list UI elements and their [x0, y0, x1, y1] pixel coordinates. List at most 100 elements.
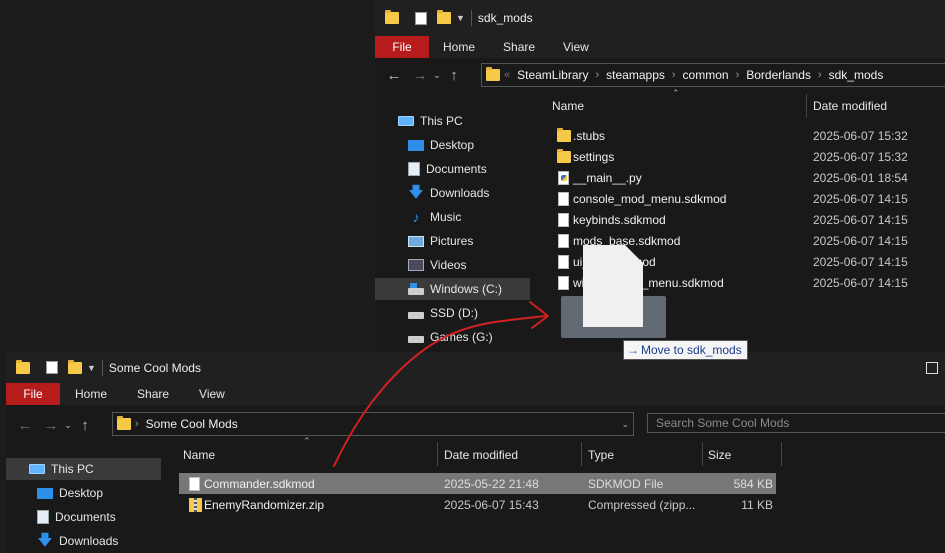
- nav-item-downloads[interactable]: 🡇 Downloads: [408, 182, 489, 204]
- nav-item-desktop[interactable]: Desktop: [37, 482, 103, 504]
- chevron-right-icon[interactable]: ›: [732, 69, 744, 81]
- list-item[interactable]: .stubs 2025-06-07 15:32: [545, 125, 945, 146]
- properties-icon[interactable]: [46, 361, 58, 374]
- nav-item-documents[interactable]: Documents: [37, 506, 116, 528]
- nav-item-documents[interactable]: Documents: [408, 158, 487, 180]
- file-date: 2025-06-07 14:15: [813, 212, 908, 227]
- nav-item-pictures[interactable]: Pictures: [408, 230, 473, 252]
- drive-icon: [408, 335, 424, 343]
- videos-icon: [408, 259, 424, 271]
- recent-locations-chevron-icon[interactable]: ⌄: [431, 64, 443, 86]
- desktop-icon: [408, 139, 424, 151]
- breadcrumb-item[interactable]: common: [680, 68, 732, 82]
- tab-home[interactable]: Home: [60, 387, 122, 401]
- list-item[interactable]: keybinds.sdkmod 2025-06-07 14:15: [545, 209, 945, 230]
- nav-item-videos[interactable]: Videos: [408, 254, 466, 276]
- back-arrow-icon[interactable]: ←: [14, 414, 36, 436]
- column-divider[interactable]: [702, 442, 703, 466]
- file-name: __main__.py: [573, 170, 642, 185]
- folder-icon: [557, 128, 571, 142]
- tab-home[interactable]: Home: [429, 40, 489, 54]
- up-arrow-icon[interactable]: ↑: [443, 64, 465, 86]
- properties-icon[interactable]: [415, 11, 427, 25]
- move-arrow-icon: →: [627, 343, 639, 357]
- nav-item-this-pc[interactable]: This PC: [6, 458, 161, 480]
- documents-icon: [408, 162, 420, 176]
- up-arrow-icon[interactable]: ↑: [74, 414, 96, 436]
- new-folder-icon[interactable]: [437, 10, 451, 24]
- nav-item-desktop[interactable]: Desktop: [408, 134, 474, 156]
- file-icon: [558, 234, 569, 248]
- drag-tooltip-label: Move to sdk_mods: [641, 343, 742, 357]
- ribbon-tabs: File Home Share View: [6, 383, 945, 405]
- chevron-right-icon[interactable]: ›: [592, 69, 604, 81]
- file-icon: [558, 192, 569, 206]
- list-item[interactable]: settings 2025-06-07 15:32: [545, 146, 945, 167]
- file-icon: [558, 276, 569, 290]
- back-arrow-icon[interactable]: ←: [383, 64, 405, 86]
- address-dropdown-icon[interactable]: ⌄: [621, 419, 629, 430]
- file-type: Compressed (zipp...: [588, 497, 696, 512]
- nav-item-music[interactable]: ♪ Music: [408, 206, 462, 228]
- chevron-right-icon[interactable]: ›: [131, 418, 143, 430]
- nav-item-this-pc[interactable]: This PC: [398, 110, 463, 132]
- column-divider[interactable]: [581, 442, 582, 466]
- python-file-icon: [558, 171, 569, 185]
- nav-item-games-g[interactable]: Games (G:): [408, 326, 493, 348]
- column-header-name[interactable]: Name: [183, 443, 215, 467]
- nav-item-ssd-d[interactable]: SSD (D:): [408, 302, 478, 324]
- recent-locations-chevron-icon[interactable]: ⌄: [62, 414, 74, 436]
- nav-label: Documents: [55, 510, 116, 524]
- title-bar: ▼ Some Cool Mods: [6, 352, 945, 383]
- nav-label: Desktop: [430, 138, 475, 152]
- breadcrumb-item[interactable]: sdk_mods: [826, 68, 887, 82]
- column-header-date-modified[interactable]: Date modified: [444, 443, 518, 467]
- list-item[interactable]: __main__.py 2025-06-01 18:54: [545, 167, 945, 188]
- nav-item-windows-c[interactable]: Windows (C:): [375, 278, 530, 300]
- tab-view[interactable]: View: [549, 40, 603, 54]
- breadcrumb-item[interactable]: steamapps: [603, 68, 668, 82]
- nav-label: Downloads: [430, 186, 490, 200]
- ribbon-tabs: File Home Share View: [375, 36, 945, 58]
- maximize-icon[interactable]: [926, 362, 938, 374]
- column-header-type[interactable]: Type: [588, 443, 614, 467]
- window-title: Some Cool Mods: [108, 360, 201, 375]
- tab-share[interactable]: Share: [122, 387, 184, 401]
- column-header-size[interactable]: Size: [708, 443, 731, 467]
- file-tab[interactable]: File: [375, 36, 429, 58]
- list-item[interactable]: console_mod_menu.sdkmod 2025-06-07 14:15: [545, 188, 945, 209]
- chevron-right-icon[interactable]: ›: [814, 69, 826, 81]
- breadcrumb-overflow[interactable]: «: [500, 69, 514, 81]
- list-item-selected[interactable]: Commander.sdkmod 2025-05-22 21:48 SDKMOD…: [179, 473, 776, 494]
- address-bar[interactable]: › Some Cool Mods ⌄: [112, 412, 634, 436]
- file-tab[interactable]: File: [6, 383, 60, 405]
- tab-share[interactable]: Share: [489, 40, 549, 54]
- chevron-right-icon[interactable]: ›: [668, 69, 680, 81]
- breadcrumb-item[interactable]: SteamLibrary: [514, 68, 591, 82]
- title-bar: ▼ sdk_mods: [375, 0, 945, 36]
- column-divider[interactable]: [437, 442, 438, 466]
- music-icon: ♪: [412, 209, 420, 225]
- address-bar[interactable]: « SteamLibrary › steamapps › common › Bo…: [481, 63, 945, 87]
- breadcrumb-item[interactable]: Borderlands: [743, 68, 814, 82]
- forward-arrow-icon[interactable]: →: [40, 414, 62, 436]
- window-title: sdk_mods: [477, 11, 533, 25]
- nav-item-downloads[interactable]: 🡇 Downloads: [37, 530, 118, 552]
- column-header-name[interactable]: Name: [552, 94, 584, 118]
- column-header-date-modified[interactable]: Date modified: [813, 94, 887, 118]
- computer-icon: [398, 116, 414, 126]
- new-folder-icon[interactable]: [68, 359, 82, 374]
- forward-arrow-icon[interactable]: →: [409, 64, 431, 86]
- list-item[interactable]: EnemyRandomizer.zip 2025-06-07 15:43 Com…: [179, 494, 776, 515]
- file-date: 2025-06-07 15:43: [444, 497, 539, 512]
- file-icon: [189, 477, 200, 491]
- file-name: EnemyRandomizer.zip: [204, 497, 325, 512]
- quick-access-dropdown-icon[interactable]: ▼: [456, 13, 465, 23]
- tab-view[interactable]: View: [184, 387, 240, 401]
- breadcrumb-item[interactable]: Some Cool Mods: [143, 417, 241, 431]
- file-size: 11 KB: [741, 497, 773, 512]
- search-input[interactable]: Search Some Cool Mods: [647, 413, 945, 433]
- column-divider[interactable]: [806, 94, 807, 118]
- column-divider[interactable]: [781, 442, 782, 466]
- quick-access-dropdown-icon[interactable]: ▼: [87, 363, 96, 373]
